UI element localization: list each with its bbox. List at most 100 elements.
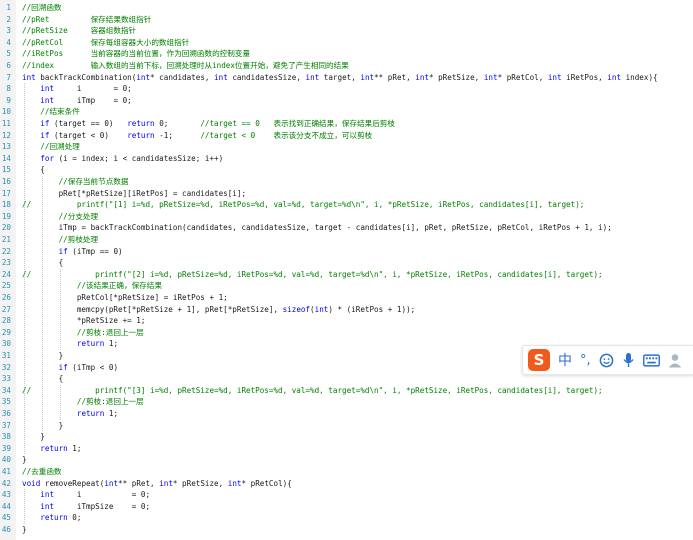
- code-text: *pRetSize += 1;: [22, 316, 146, 326]
- line-number: 21: [1, 235, 11, 244]
- code-text: //iRetPos 当前容器的当前位置，作为回溯函数的控制变量: [22, 49, 251, 59]
- line-number: 39: [1, 443, 11, 453]
- code-line[interactable]: 34 // printf("[3] i=%d, pRetSize=%d, iRet…: [0, 385, 693, 397]
- code-line[interactable]: 14 for (i = index; i < candidatesSize; i…: [0, 153, 693, 165]
- code-line[interactable]: 38 }: [0, 431, 693, 443]
- code-text: //pRetCol 保存每组容器大小的数组指针: [22, 37, 190, 47]
- smiley-icon[interactable]: [599, 353, 614, 368]
- keyboard-icon[interactable]: [642, 353, 660, 367]
- microphone-icon[interactable]: [622, 352, 635, 368]
- sogou-logo-icon[interactable]: S: [528, 349, 550, 371]
- code-line[interactable]: 24 // printf("[2] i=%d, pRetSize=%d, iRet…: [0, 269, 693, 281]
- code-line[interactable]: 36 return 1;: [0, 408, 693, 420]
- line-number: 1: [6, 3, 11, 12]
- line-number: 46: [1, 525, 11, 534]
- punctuation-toggle[interactable]: °,: [580, 353, 591, 368]
- code-text: }: [22, 420, 64, 430]
- line-number: 43: [1, 490, 11, 500]
- line-number: 8: [6, 84, 11, 94]
- code-line[interactable]: 15 {: [0, 164, 693, 176]
- code-line[interactable]: 41 //去重函数: [0, 466, 693, 478]
- code-line[interactable]: 35 //剪枝:退回上一层: [0, 396, 693, 408]
- code-text: {: [22, 165, 45, 175]
- line-number: 35: [1, 397, 11, 407]
- code-text: }: [22, 455, 27, 465]
- code-text: void removeRepeat(int** pRet, int* pRetS…: [22, 478, 292, 488]
- code-line[interactable]: 37 }: [0, 420, 693, 432]
- code-line[interactable]: 4 //pRetCol 保存每组容器大小的数组指针: [0, 37, 693, 49]
- code-line[interactable]: 3 //pRetSize 容器组数指针: [0, 25, 693, 37]
- line-number: 2: [6, 14, 11, 24]
- line-number: 40: [1, 455, 11, 465]
- code-text: //回溯函数: [22, 3, 62, 12]
- line-number: 18: [1, 200, 11, 210]
- code-line[interactable]: 6 //index 输入数组的当前下标，回溯处理时从index位置开始，避免了产生…: [0, 60, 693, 72]
- code-line[interactable]: 27 memcpy(pRet[*pRetSize + 1], pRet[*pRe…: [0, 304, 693, 316]
- line-number: 24: [1, 269, 11, 279]
- input-mode-toggle[interactable]: 中: [558, 350, 572, 370]
- user-icon[interactable]: [668, 353, 682, 368]
- code-line[interactable]: 16 //保存当前节点数据: [0, 176, 693, 188]
- code-line[interactable]: 12 if (target < 0) return -1; //target <…: [0, 130, 693, 142]
- code-line[interactable]: 18 // printf("[1] i=%d, pRetSize=%d, iRet…: [0, 199, 693, 211]
- code-line[interactable]: 44 int iTmpSize = 0;: [0, 501, 693, 513]
- code-line[interactable]: 46}: [0, 524, 693, 536]
- code-text: {: [22, 258, 64, 268]
- code-line[interactable]: 21 //剪枝处理: [0, 234, 693, 246]
- code-text: //分支处理: [58, 211, 99, 221]
- code-line[interactable]: 26 pRetCol[*pRetSize] = iRetPos + 1;: [0, 292, 693, 304]
- ime-toolbar[interactable]: S 中 °,: [522, 345, 693, 375]
- code-text: //回溯处理: [40, 142, 80, 152]
- code-text: return 1;: [40, 443, 82, 453]
- code-line[interactable]: 39 return 1;: [0, 443, 693, 455]
- line-number: 32: [1, 362, 11, 372]
- code-line[interactable]: 1 //回溯函数: [0, 2, 693, 14]
- line-number: 30: [1, 339, 11, 349]
- code-text: //保存当前节点数据: [58, 177, 129, 186]
- code-line[interactable]: 10 //结束条件: [0, 106, 693, 118]
- code-line[interactable]: 13 //回溯处理: [0, 141, 693, 153]
- code-line[interactable]: 2 //pRet 保存结果数组指针: [0, 14, 693, 26]
- code-line[interactable]: 11 if (target == 0) return 0; //target =…: [0, 118, 693, 130]
- code-line[interactable]: 45 return 0;: [0, 512, 693, 524]
- code-text: // printf("[3] i=%d, pRetSize=%d, iRetPo…: [22, 385, 603, 395]
- code-text: if (iTmp < 0): [58, 362, 119, 372]
- code-line[interactable]: 40}: [0, 454, 693, 466]
- line-number: 36: [1, 409, 11, 418]
- code-text: int iTmp = 0;: [40, 95, 132, 105]
- line-number: 26: [1, 293, 11, 302]
- code-text: // printf("[1] i=%d, pRetSize=%d, iRetPo…: [22, 200, 585, 210]
- line-number: 19: [1, 211, 11, 221]
- code-text: //结束条件: [40, 107, 80, 117]
- code-line[interactable]: 8 int i = 0;: [0, 83, 693, 95]
- code-line[interactable]: 9 int iTmp = 0;: [0, 95, 693, 107]
- code-editor[interactable]: 1 //回溯函数 2 //pRet 保存结果数组指针 3 //pRetSize 容器组数指…: [0, 0, 693, 540]
- line-number: 33: [1, 374, 11, 384]
- line-number: 11: [1, 119, 11, 128]
- code-line[interactable]: 25 //该结果正确，保存结果: [0, 280, 693, 292]
- code-text: if (iTmp == 0): [58, 246, 123, 256]
- line-number: 22: [1, 246, 11, 256]
- code-line[interactable]: 17 pRet[*pRetSize][iRetPos] = candidates…: [0, 188, 693, 200]
- code-line[interactable]: 7 int backTrackCombination(int* candidate…: [0, 72, 693, 84]
- line-number: 27: [1, 304, 11, 314]
- code-line[interactable]: 19 //分支处理: [0, 211, 693, 223]
- code-line[interactable]: 22 if (iTmp == 0): [0, 246, 693, 258]
- code-line[interactable]: 42 void removeRepeat(int** pRet, int* pRe…: [0, 478, 693, 490]
- code-text: //pRet 保存结果数组指针: [22, 14, 152, 24]
- code-text: //去重函数: [22, 467, 62, 476]
- code-line[interactable]: 23 {: [0, 257, 693, 269]
- code-line[interactable]: 43 int i = 0;: [0, 489, 693, 501]
- code-text: int i = 0;: [40, 84, 132, 94]
- line-number: 15: [1, 165, 11, 175]
- code-text: {: [22, 374, 64, 384]
- code-line[interactable]: 20 iTmp = backTrackCombination(candidate…: [0, 222, 693, 234]
- code-line[interactable]: 29 //剪枝:退回上一层: [0, 327, 693, 339]
- line-number: 25: [1, 281, 11, 291]
- line-number: 20: [1, 223, 11, 233]
- code-line[interactable]: 28 *pRetSize += 1;: [0, 315, 693, 327]
- code-text: int backTrackCombination(int* candidates…: [22, 72, 658, 82]
- line-number: 29: [1, 327, 11, 337]
- line-number: 37: [1, 420, 11, 430]
- code-line[interactable]: 5 //iRetPos 当前容器的当前位置，作为回溯函数的控制变量: [0, 48, 693, 60]
